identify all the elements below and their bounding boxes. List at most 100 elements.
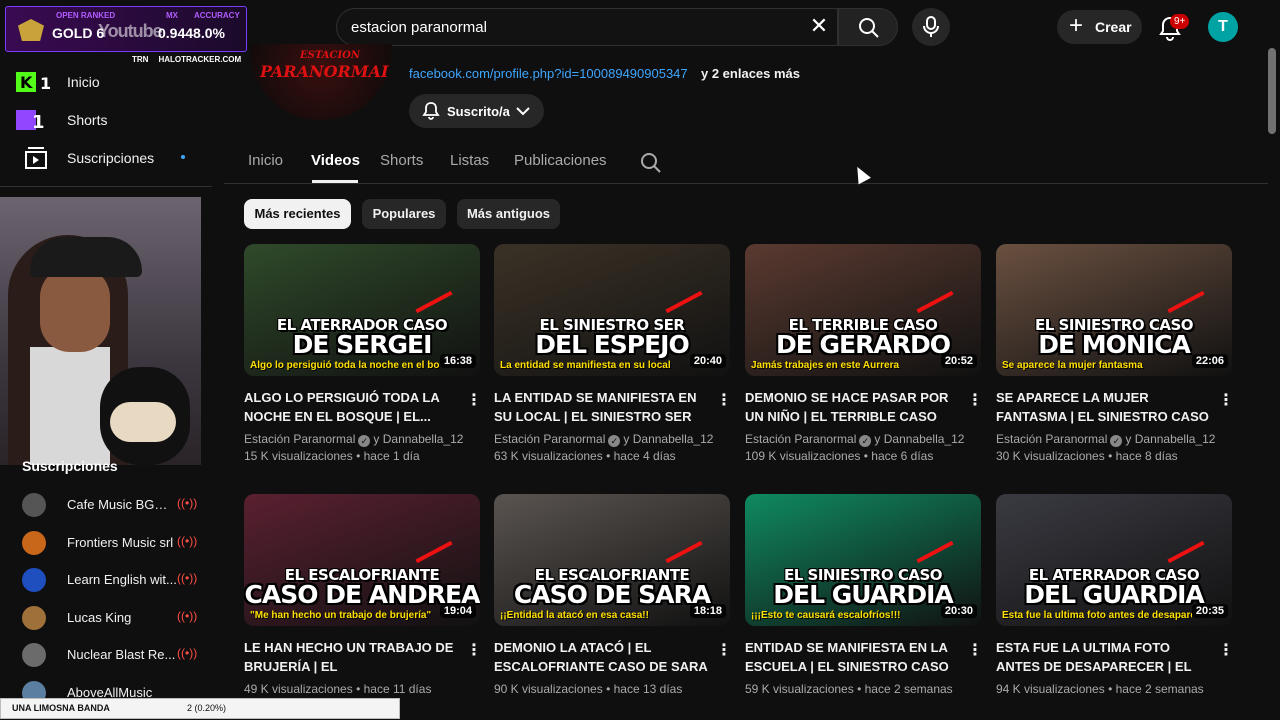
- subscription-item[interactable]: Cafe Music BGM ... ((•)): [22, 489, 202, 519]
- more-links[interactable]: y 2 enlaces más: [701, 66, 800, 81]
- video-title[interactable]: LA ENTIDAD SE MANIFIESTA EN SU LOCAL | E…: [494, 388, 708, 426]
- search-query: estacion paranormal: [351, 19, 487, 36]
- live-icon: ((•)): [177, 646, 198, 660]
- chip-mas-antiguos[interactable]: Más antiguos: [457, 199, 560, 229]
- red-arrow-icon: [1167, 290, 1205, 314]
- more-actions-icon[interactable]: ⋮: [716, 640, 732, 660]
- tab-videos[interactable]: Videos: [311, 152, 360, 169]
- sidebar-item-suscripciones[interactable]: Suscripciones: [10, 140, 210, 176]
- video-channel[interactable]: Estación Paranormal ✓ y Dannabella_12: [244, 432, 463, 447]
- mouse-cursor: [851, 163, 871, 185]
- overlay-label-mx: MX: [166, 11, 178, 20]
- search-icon: [859, 18, 879, 38]
- thumbnail-subtitle: Esta fue la ultima foto antes de desapar…: [1002, 610, 1192, 621]
- live-icon: ((•)): [177, 608, 198, 623]
- page-scrollbar[interactable]: [1268, 48, 1276, 134]
- red-arrow-icon: [665, 540, 703, 564]
- thumbnail-subtitle: La entidad se manifiesta en su local: [500, 360, 671, 371]
- video-thumbnail[interactable]: EL ATERRADOR CASO DEL GUARDIA Esta fue la …: [996, 494, 1232, 626]
- plus-icon: +: [1069, 12, 1084, 39]
- video-thumbnail[interactable]: EL SINIESTRO SER DEL ESPEJO La entidad se …: [494, 244, 730, 376]
- video-title[interactable]: SE APARECE LA MUJER FANTASMA | EL SINIES…: [996, 388, 1210, 426]
- sidebar-item-inicio[interactable]: K1 Inicio: [10, 64, 210, 100]
- video-title[interactable]: DEMONIO SE HACE PASAR POR UN NIÑO | EL T…: [745, 388, 959, 426]
- chip-populares[interactable]: Populares: [362, 199, 446, 229]
- tab-listas[interactable]: Listas: [450, 152, 489, 169]
- microphone-icon: [923, 16, 939, 37]
- overlay-watermark: Youtube: [98, 21, 163, 41]
- red-arrow-icon: [916, 290, 954, 314]
- video-duration: 18:18: [689, 604, 726, 618]
- subscription-item[interactable]: Lucas King ((•)): [22, 602, 202, 632]
- subscription-item[interactable]: Nuclear Blast Re... ((•)): [22, 639, 202, 669]
- video-duration: 20:40: [689, 354, 726, 368]
- search-input[interactable]: estacion paranormal ✕: [336, 8, 838, 46]
- webcam-overlay: [0, 197, 201, 465]
- tab-inicio[interactable]: Inicio: [248, 152, 283, 169]
- subscription-item[interactable]: Learn English wit... ((•)): [22, 564, 202, 594]
- more-actions-icon[interactable]: ⋮: [716, 390, 732, 410]
- video-channel[interactable]: Estación Paranormal ✓ y Dannabella_12: [996, 432, 1215, 447]
- overlay-stats: 0.9448.0%: [158, 25, 225, 41]
- kick-logo-icon: K1: [16, 72, 51, 93]
- subscription-name: Lucas King: [67, 609, 132, 625]
- subscription-item[interactable]: Frontiers Music srl ((•)): [22, 527, 202, 557]
- channel-link[interactable]: facebook.com/profile.php?id=100089490905…: [409, 66, 688, 81]
- more-actions-icon[interactable]: ⋮: [466, 640, 482, 660]
- more-actions-icon[interactable]: ⋮: [466, 390, 482, 410]
- red-arrow-icon: [415, 540, 453, 564]
- thumbnail-subtitle: Se aparece la mujer fantasma: [1002, 360, 1143, 371]
- video-title[interactable]: ESTA FUE LA ULTIMA FOTO ANTES DE DESAPAR…: [996, 638, 1210, 676]
- subscribed-button[interactable]: Suscrito/a: [409, 94, 544, 128]
- subscription-name: Nuclear Blast Re...: [67, 647, 176, 662]
- video-title[interactable]: LE HAN HECHO UN TRABAJO DE BRUJERÍA | EL…: [244, 638, 458, 676]
- thumbnail-subtitle: ¡¡¡Esto te causará escalofríos!!!: [751, 610, 901, 621]
- video-duration: 22:06: [1191, 354, 1228, 368]
- account-avatar[interactable]: T: [1208, 12, 1238, 42]
- channel-avatar: [22, 605, 46, 630]
- video-meta: 109 K visualizaciones • hace 6 días: [745, 449, 934, 463]
- svg-text:1: 1: [32, 112, 45, 132]
- video-thumbnail[interactable]: EL ATERRADOR CASO DE SERGEI Algo lo persig…: [244, 244, 480, 376]
- channel-search-icon[interactable]: [640, 152, 662, 174]
- video-title[interactable]: DEMONIO LA ATACÓ | EL ESCALOFRIANTE CASO…: [494, 638, 708, 676]
- video-channel[interactable]: Estación Paranormal ✓ y Dannabella_12: [494, 432, 713, 447]
- more-actions-icon[interactable]: ⋮: [967, 640, 983, 660]
- live-icon: ((•)): [177, 533, 198, 548]
- chip-mas-recientes[interactable]: Más recientes: [244, 199, 351, 229]
- more-actions-icon[interactable]: ⋮: [967, 390, 983, 410]
- video-meta: 59 K visualizaciones • hace 2 semanas: [745, 682, 953, 696]
- video-thumbnail[interactable]: EL SINIESTRO CASO DE MONICA Se aparece la …: [996, 244, 1232, 376]
- clear-search-icon[interactable]: ✕: [807, 15, 831, 39]
- video-thumbnail[interactable]: EL ESCALOFRIANTE CASO DE SARA ¡¡Entidad la…: [494, 494, 730, 626]
- sidebar-item-shorts[interactable]: 1 Shorts: [10, 102, 210, 138]
- video-thumbnail[interactable]: EL TERRIBLE CASO DE GERARDO Jamás trabajes…: [745, 244, 981, 376]
- create-button[interactable]: + Crear: [1057, 10, 1142, 44]
- video-title[interactable]: ALGO LO PERSIGUIÓ TODA LA NOCHE EN EL BO…: [244, 388, 458, 426]
- video-title[interactable]: ENTIDAD SE MANIFIESTA EN LA ESCUELA | EL…: [745, 638, 959, 676]
- twitch-logo-icon: 1: [16, 110, 45, 132]
- verified-icon: ✓: [859, 435, 872, 447]
- channel-avatar: [22, 568, 46, 592]
- tab-publicaciones[interactable]: Publicaciones: [514, 152, 607, 169]
- channel-avatar: [22, 643, 46, 667]
- video-thumbnail[interactable]: EL SINIESTRO CASO DEL GUARDIA ¡¡¡Esto te c…: [745, 494, 981, 626]
- search-button[interactable]: [838, 8, 898, 46]
- more-actions-icon[interactable]: ⋮: [1218, 390, 1234, 410]
- verified-icon: ✓: [358, 435, 371, 447]
- tab-shorts[interactable]: Shorts: [380, 152, 423, 169]
- overlay-label-ranked: OPEN RANKED: [56, 11, 116, 20]
- voice-search-button[interactable]: [912, 8, 950, 46]
- video-thumbnail[interactable]: EL ESCALOFRIANTE CASO DE ANDREA "Me han he…: [244, 494, 480, 626]
- subscription-name: Learn English wit...: [67, 572, 177, 587]
- red-arrow-icon: [1167, 540, 1205, 564]
- chevron-down-icon: [516, 107, 530, 116]
- video-channel[interactable]: Estación Paranormal ✓ y Dannabella_12: [745, 432, 964, 447]
- more-actions-icon[interactable]: ⋮: [1218, 640, 1234, 660]
- donation-value: 2 (0.20%): [187, 703, 227, 713]
- sidebar-item-label: Inicio: [67, 74, 100, 90]
- donation-bar: UNA LIMOSNA BANDA 2 (0.20%): [0, 698, 400, 719]
- subscriptions-heading[interactable]: Suscripciones: [22, 458, 118, 474]
- video-meta: 49 K visualizaciones • hace 11 días: [244, 682, 432, 696]
- subscribed-label: Suscrito/a: [447, 104, 510, 119]
